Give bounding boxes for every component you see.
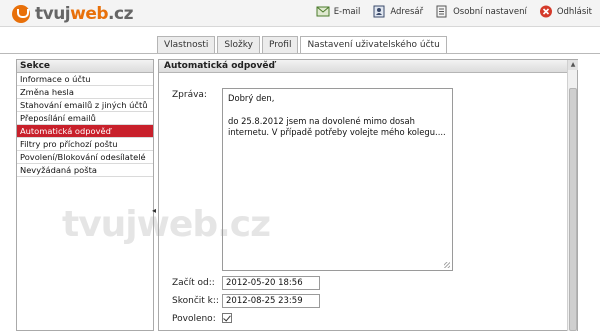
message-label: Zpráva: xyxy=(172,90,207,100)
panel-title: Automatická odpověď xyxy=(159,60,577,73)
personal-settings-link-label: Osobní nastavení xyxy=(453,6,527,17)
end-label: Skončit k:: xyxy=(172,296,219,306)
message-line-greeting: Dobrý den, xyxy=(228,93,275,103)
tab-divider xyxy=(0,53,600,54)
tab-profile[interactable]: Profil xyxy=(262,36,299,53)
top-links: E-mail Adresář Osobní nastavení Odhlásit xyxy=(316,5,592,18)
sidebar-item-incoming-filters[interactable]: Filtry pro příchozí poštu xyxy=(17,138,153,151)
tab-folders[interactable]: Složky xyxy=(217,36,260,53)
resize-grip-icon[interactable] xyxy=(444,262,450,268)
address-book-icon xyxy=(373,5,385,18)
end-date-input[interactable]: 2012-08-25 23:59 xyxy=(222,294,320,308)
sidebar-item-auto-reply[interactable]: Automatická odpověď xyxy=(17,125,153,138)
logout-icon xyxy=(539,5,552,18)
vertical-scrollbar[interactable]: ▲ xyxy=(567,60,578,331)
sidebar-title: Sekce xyxy=(17,60,153,73)
logo[interactable]: tvujweb.cz xyxy=(12,4,133,24)
message-textarea[interactable]: Dobrý den, do 25.8.2012 jsem na dovolené… xyxy=(222,88,453,271)
enabled-label: Povoleno: xyxy=(172,314,216,324)
logout-link-label: Odhlásit xyxy=(556,6,592,17)
tab-properties[interactable]: Vlastnosti xyxy=(157,36,216,53)
scrollbar-thumb[interactable] xyxy=(569,88,577,331)
email-link[interactable]: E-mail xyxy=(316,5,361,18)
email-link-label: E-mail xyxy=(333,6,361,17)
tab-account-settings[interactable]: Nastavení uživatelského účtu xyxy=(300,36,447,54)
settings-icon xyxy=(436,5,447,18)
logo-icon xyxy=(12,5,30,23)
sidebar-item-fetch-mail[interactable]: Stahování emailů z jiných účtů xyxy=(17,99,153,112)
sidebar-item-allow-block-senders[interactable]: Povolení/Blokování odesílatelé xyxy=(17,151,153,164)
app-header: tvujweb.cz E-mail Adresář Osobní nastave… xyxy=(0,0,600,27)
address-book-link[interactable]: Adresář xyxy=(372,5,423,18)
start-label: Začít od:: xyxy=(172,278,215,288)
personal-settings-link[interactable]: Osobní nastavení xyxy=(435,5,527,18)
collapse-arrow-icon[interactable]: ◂ xyxy=(152,206,156,215)
start-date-input[interactable]: 2012-05-20 18:56 xyxy=(222,276,320,290)
email-icon xyxy=(316,6,330,17)
logo-text: tvujweb.cz xyxy=(35,4,133,24)
enabled-checkbox[interactable] xyxy=(222,313,232,323)
tab-bar: Vlastnosti Složky Profil Nastavení uživa… xyxy=(157,36,447,54)
sections-sidebar: Sekce Informace o účtu Změna hesla Staho… xyxy=(16,59,154,331)
logout-link[interactable]: Odhlásit xyxy=(539,5,592,18)
scroll-up-icon[interactable]: ▲ xyxy=(568,60,578,70)
sidebar-item-forwarding[interactable]: Přeposílání emailů xyxy=(17,112,153,125)
sidebar-item-spam[interactable]: Nevyžádaná pošta xyxy=(17,164,153,177)
address-book-link-label: Adresář xyxy=(390,6,424,17)
sidebar-item-change-password[interactable]: Změna hesla xyxy=(17,86,153,99)
message-line-body: do 25.8.2012 jsem na dovolené mimo dosah… xyxy=(228,115,446,138)
sidebar-item-account-info[interactable]: Informace o účtu xyxy=(17,73,153,86)
